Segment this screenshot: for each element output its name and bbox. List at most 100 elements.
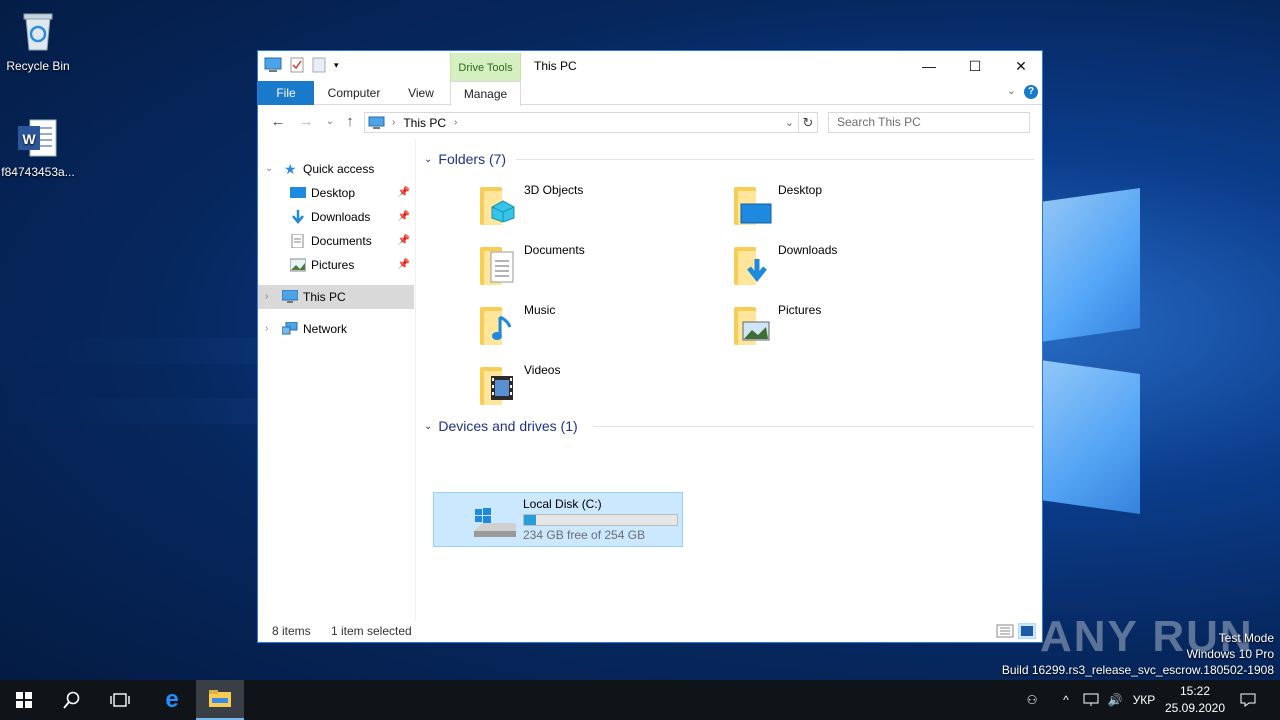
minimize-button[interactable]: — (906, 51, 952, 81)
properties-icon[interactable] (290, 57, 304, 73)
search-input[interactable]: Search This PC (828, 112, 1030, 133)
drive-name: Local Disk (C:) (523, 497, 602, 511)
nav-item-label: Network (303, 322, 348, 336)
volume-icon[interactable]: 🔊 (1104, 680, 1126, 720)
clock[interactable]: 15:22 25.09.2020 (1160, 683, 1230, 717)
forward-arrow-icon[interactable]: → (296, 112, 316, 132)
nav-item-label: Downloads (311, 210, 371, 224)
up-arrow-icon[interactable]: ↑ (340, 112, 360, 132)
folder-music[interactable]: Music (478, 297, 718, 353)
desktop-icon-recycle-bin[interactable]: Recycle Bin (0, 8, 76, 73)
folder-downloads[interactable]: Downloads (732, 237, 972, 293)
nav-item-documents[interactable]: Documents 📌 (258, 229, 414, 253)
tab-computer[interactable]: Computer (318, 81, 390, 105)
help-icon[interactable]: ? (1024, 85, 1038, 99)
group-header-devices[interactable]: ⌄ Devices and drives (1) (424, 416, 578, 436)
watermark-line: Windows 10 Pro (1186, 647, 1274, 661)
new-folder-icon[interactable] (312, 57, 326, 73)
customize-toolbar-chevron-icon[interactable]: ▾ (334, 60, 339, 71)
file-explorer-taskbar-button[interactable] (196, 680, 244, 720)
pin-icon: 📌 (397, 211, 410, 222)
nav-item-network[interactable]: › Network (258, 317, 414, 341)
drive-local-disk-c[interactable]: Local Disk (C:) 234 GB free of 254 GB (433, 492, 683, 547)
recent-locations-chevron-icon[interactable]: ⌄ (320, 112, 340, 132)
search-button[interactable] (48, 680, 96, 720)
pin-icon: 📌 (397, 259, 410, 270)
3d-objects-folder-icon (478, 181, 518, 225)
svg-text:W: W (22, 131, 36, 147)
input-language-indicator[interactable]: УКР (1128, 680, 1160, 720)
refresh-icon[interactable]: ↻ (798, 112, 818, 133)
pin-icon: 📌 (397, 187, 410, 198)
address-bar[interactable]: › This PC › ⌄ (364, 112, 799, 133)
collapse-chevron-icon[interactable]: ⌄ (424, 154, 432, 165)
nav-item-this-pc[interactable]: › This PC (258, 285, 414, 309)
computer-icon[interactable] (264, 57, 282, 73)
desktop-icon-label: f84743453a... (1, 165, 75, 179)
folder-desktop[interactable]: Desktop (732, 177, 972, 233)
nav-item-quick-access[interactable]: ⌄ ★ Quick access (258, 157, 414, 181)
start-button[interactable] (0, 680, 48, 720)
collapse-chevron-icon[interactable]: ⌄ (424, 421, 432, 432)
test-mode-watermark: Test Mode Windows 10 Pro Build 16299.rs3… (1002, 630, 1274, 678)
nav-item-desktop[interactable]: Desktop 📌 (258, 181, 414, 205)
local-disk-icon (474, 508, 516, 537)
recycle-bin-icon (23, 13, 53, 51)
expand-chevron-icon[interactable]: › (265, 285, 268, 309)
network-tray-icon[interactable] (1080, 680, 1102, 720)
tab-view[interactable]: View (396, 81, 446, 105)
address-dropdown-icon[interactable]: ⌄ (785, 116, 794, 129)
back-arrow-icon[interactable]: ← (268, 112, 288, 132)
close-button[interactable]: ✕ (998, 51, 1044, 81)
clock-date: 25.09.2020 (1164, 701, 1226, 715)
pin-icon: 📌 (397, 235, 410, 246)
folder-name: 3D Objects (524, 183, 584, 197)
selected-count: 1 item selected (331, 624, 412, 638)
show-hidden-icons-chevron-icon[interactable]: ^ (1056, 680, 1076, 720)
desktop-icon-label: Recycle Bin (6, 59, 70, 73)
folder-documents[interactable]: Documents (478, 237, 718, 293)
folder-videos[interactable]: Videos (478, 357, 718, 413)
folder-name: Music (524, 303, 556, 317)
status-bar: 8 items 1 item selected (258, 621, 1042, 643)
group-header-folders[interactable]: ⌄ Folders (7) (424, 149, 506, 169)
collapse-chevron-icon[interactable]: ⌄ (265, 157, 273, 181)
folder-3d-objects[interactable]: 3D Objects (478, 177, 718, 233)
windows-logo-wallpaper (1040, 187, 1280, 525)
nav-item-label: Documents (311, 234, 372, 248)
group-divider (516, 159, 1034, 160)
folder-name: Desktop (778, 183, 823, 197)
tab-file[interactable]: File (258, 81, 314, 105)
computer-icon (282, 290, 298, 303)
downloads-folder-icon (732, 241, 772, 285)
expand-chevron-icon[interactable]: › (265, 317, 268, 341)
window-title: This PC (534, 59, 577, 73)
nav-item-downloads[interactable]: Downloads 📌 (258, 205, 414, 229)
nav-item-pictures[interactable]: Pictures 📌 (258, 253, 414, 277)
edge-browser-icon: e (165, 686, 179, 713)
watermark-line: Test Mode (1218, 631, 1274, 645)
desktop-icon-word-document[interactable]: W f84743453a... (0, 118, 76, 179)
navigation-pane: ⌄ ★ Quick access Desktop 📌 Downloads 📌 D… (258, 139, 416, 621)
breadcrumb-separator-icon: › (392, 117, 396, 128)
breadcrumb-separator-icon[interactable]: › (454, 117, 457, 128)
drive-usage-bar (523, 514, 678, 526)
breadcrumb-this-pc[interactable]: This PC (403, 116, 446, 130)
pictures-folder-icon (732, 301, 772, 345)
expand-ribbon-chevron-icon[interactable]: ⌄ (1007, 84, 1016, 97)
folder-pictures[interactable]: Pictures (732, 297, 972, 353)
nav-item-label: Quick access (303, 162, 375, 176)
computer-icon (368, 116, 385, 129)
group-header-label: Folders (7) (438, 151, 507, 167)
desktop-icon (290, 187, 306, 198)
title-bar[interactable]: ▾ Drive Tools This PC — ☐ ✕ (258, 51, 1042, 81)
task-view-icon (110, 693, 130, 707)
tab-manage[interactable]: Manage (450, 81, 521, 106)
maximize-button[interactable]: ☐ (952, 51, 998, 81)
folder-name: Documents (524, 243, 585, 257)
people-icon[interactable]: ⚇ (1020, 680, 1044, 720)
edge-button[interactable]: e (148, 680, 196, 720)
notifications-icon[interactable] (1236, 680, 1260, 720)
task-view-button[interactable] (96, 680, 144, 720)
quick-access-toolbar: ▾ (264, 57, 339, 73)
